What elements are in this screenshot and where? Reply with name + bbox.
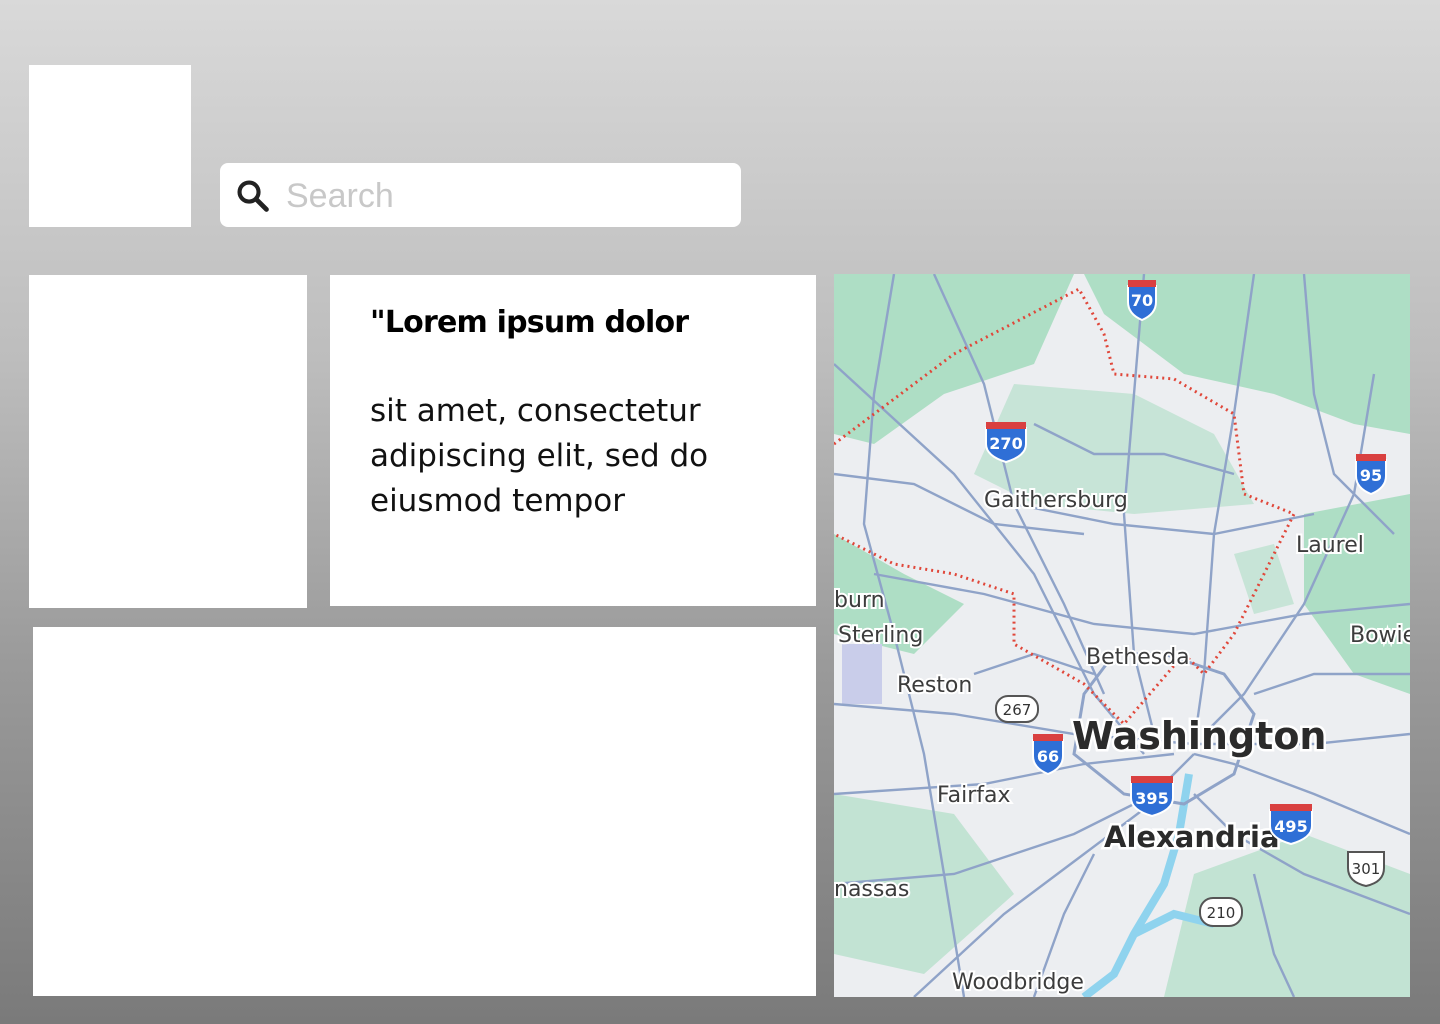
map-label-laurel: Laurel bbox=[1296, 533, 1364, 558]
image-card bbox=[29, 275, 307, 608]
map-lake bbox=[842, 644, 882, 704]
quote-card: "Lorem ipsum dolor sit amet, consectetur… bbox=[330, 275, 816, 606]
map-label-burn: burn bbox=[834, 588, 885, 613]
shield-us-301-icon: 301 bbox=[1347, 851, 1385, 888]
search-input[interactable] bbox=[284, 173, 728, 219]
svg-text:267: 267 bbox=[1003, 701, 1032, 719]
map-label-woodbridge: Woodbridge bbox=[952, 970, 1084, 995]
card-body: sit amet, consectetur adipiscing elit, s… bbox=[370, 393, 709, 519]
map-label-bowie: Bowie bbox=[1350, 623, 1410, 648]
shield-route-210-icon: 210 bbox=[1199, 897, 1243, 927]
shield-i66-icon: 66 bbox=[1032, 734, 1064, 776]
map-label-gaithersburg: Gaithersburg bbox=[984, 488, 1128, 513]
shield-i395-icon: 395 bbox=[1130, 776, 1174, 818]
shield-i495-icon: 495 bbox=[1269, 804, 1313, 846]
search-bar[interactable] bbox=[220, 163, 741, 227]
map-label-manassas: nassas bbox=[834, 877, 909, 902]
map-label-sterling: Sterling bbox=[838, 623, 923, 648]
shield-i270-icon: 270 bbox=[985, 422, 1027, 464]
shield-i70-icon: 70 bbox=[1127, 280, 1157, 322]
map-label-alexandria: Alexandria bbox=[1104, 820, 1280, 854]
svg-text:66: 66 bbox=[1037, 747, 1059, 766]
svg-text:270: 270 bbox=[989, 434, 1022, 453]
map-label-reston: Reston bbox=[897, 673, 972, 698]
map-label-bethesda: Bethesda bbox=[1086, 645, 1190, 670]
svg-text:70: 70 bbox=[1131, 291, 1153, 310]
card-title: "Lorem ipsum dolor bbox=[370, 305, 689, 340]
svg-text:210: 210 bbox=[1207, 904, 1236, 922]
map-label-fairfax: Fairfax bbox=[937, 783, 1011, 808]
svg-text:495: 495 bbox=[1274, 817, 1307, 836]
shield-i95-icon: 95 bbox=[1355, 454, 1387, 496]
map-label-washington: Washington bbox=[1072, 714, 1326, 758]
logo-placeholder bbox=[29, 65, 191, 227]
svg-text:95: 95 bbox=[1360, 466, 1382, 485]
svg-text:301: 301 bbox=[1352, 860, 1381, 878]
content-card bbox=[33, 627, 816, 996]
svg-text:395: 395 bbox=[1135, 789, 1168, 808]
shield-route-267-icon: 267 bbox=[995, 695, 1039, 723]
map-view[interactable]: Gaithersburg Laurel burn Sterling Bowie … bbox=[834, 274, 1410, 997]
